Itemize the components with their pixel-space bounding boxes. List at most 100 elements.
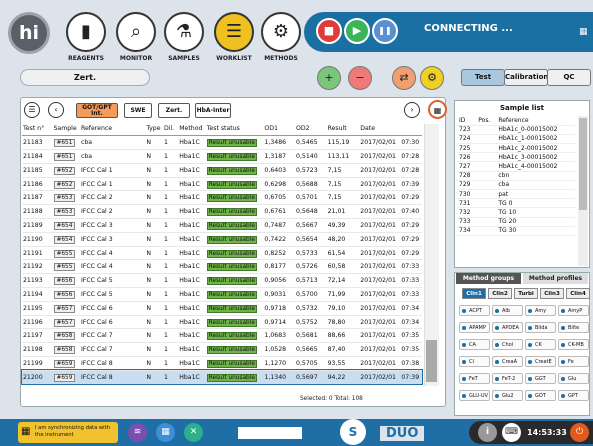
table-row[interactable]: 21193 #656 IFCC Cal 5 N 1 Hba1C Result unusabl…: [22, 273, 422, 289]
status-badge[interactable]: Result unusable: [206, 180, 257, 189]
menu-reagents-icon[interactable]: ▮: [66, 12, 106, 52]
sample-button[interactable]: #658: [53, 332, 76, 341]
settings-icon[interactable]: ⚙: [420, 66, 444, 90]
sample-button[interactable]: #659: [53, 359, 76, 368]
table-row[interactable]: 21186 #652 IFCC Cal 1 N 1 Hba1C Result unusabl…: [22, 177, 422, 192]
test-chip[interactable]: Glu2: [492, 390, 523, 401]
test-chip[interactable]: AmyP: [558, 305, 589, 316]
test-chip[interactable]: CK: [525, 339, 556, 350]
sample-list-scroll-thumb[interactable]: [579, 118, 587, 210]
test-chip[interactable]: Amy: [525, 305, 556, 316]
status-badge[interactable]: Result unusable: [206, 304, 257, 313]
test-chip[interactable]: APDEA: [492, 322, 523, 333]
sample-button[interactable]: #651: [53, 152, 76, 161]
sample-list-row[interactable]: 724 HbA1c_1-00015002: [457, 134, 575, 145]
table-row[interactable]: 21195 #657 IFCC Cal 6 N 1 Hba1C Result unusabl…: [22, 301, 422, 316]
add-icon[interactable]: +: [317, 66, 341, 90]
sample-button[interactable]: #655: [53, 263, 76, 272]
sample-list-row[interactable]: 730 pat: [457, 189, 575, 200]
test-chip[interactable]: GLU-UV: [459, 390, 490, 401]
tab-clin1[interactable]: Clin1: [462, 288, 486, 299]
test-chip[interactable]: GPT: [558, 390, 589, 401]
status-badge[interactable]: Result unusable: [206, 346, 257, 355]
test-chip[interactable]: APAMP: [459, 322, 490, 333]
tab-turbi[interactable]: Turbi: [514, 288, 538, 299]
grid-icon[interactable]: ▦: [579, 27, 588, 37]
test-chip[interactable]: GOT: [525, 390, 556, 401]
sample-list-row[interactable]: 733 TG 20: [457, 217, 575, 227]
tools-icon[interactable]: ✕: [184, 423, 203, 442]
sample-button[interactable]: #658: [53, 346, 76, 355]
tab-clin4[interactable]: Clin4: [566, 288, 590, 299]
sample-list-row[interactable]: 723 HbA1c_0-00015002: [457, 125, 575, 135]
remove-icon[interactable]: −: [348, 66, 372, 90]
test-chip[interactable]: CK-MB: [558, 339, 589, 350]
sample-button[interactable]: #656: [53, 290, 76, 299]
table-row[interactable]: 21187 #653 IFCC Cal 2 N 1 Hba1C Result unusabl…: [22, 190, 422, 206]
scrollbar-thumb[interactable]: [426, 340, 437, 382]
status-badge[interactable]: Result unusable: [206, 263, 257, 272]
table-row[interactable]: 21200 #659 IFCC Cal 8 N 1 Hba1C Result unusabl…: [21, 369, 423, 386]
database-icon[interactable]: ☰: [24, 102, 40, 118]
tab-method-groups[interactable]: Method groups: [456, 273, 521, 284]
test-chip[interactable]: Bilda: [525, 322, 556, 333]
filter-gotgpt[interactable]: GOT/GPT Int.: [76, 103, 118, 118]
sample-list-row[interactable]: 734 TG 30: [457, 226, 575, 236]
tab-test[interactable]: Test: [461, 69, 505, 86]
status-badge[interactable]: Result unusable: [206, 290, 257, 299]
test-chip[interactable]: Chol: [492, 339, 523, 350]
status-badge[interactable]: Result unusable: [206, 152, 257, 161]
status-badge[interactable]: Result unusable: [206, 235, 257, 244]
sample-button[interactable]: #659: [53, 373, 76, 382]
sample-button[interactable]: #654: [53, 221, 76, 230]
menu-samples-icon[interactable]: ⚗: [164, 12, 204, 52]
filter-hba-inter[interactable]: HbA-Inter: [195, 103, 231, 118]
test-chip[interactable]: CreatE: [525, 356, 556, 367]
sample-button[interactable]: #653: [53, 208, 76, 217]
sample-list-row[interactable]: 729 cba: [457, 180, 575, 191]
status-badge[interactable]: Result unusable: [206, 373, 257, 382]
status-badge[interactable]: Result unusable: [206, 249, 257, 258]
status-badge[interactable]: Result unusable: [206, 359, 257, 368]
calendar-icon[interactable]: ▦: [156, 423, 175, 442]
next-page-button[interactable]: ›: [404, 102, 420, 118]
filter-swe[interactable]: SWE: [124, 103, 152, 118]
status-badge[interactable]: Result unusable: [206, 208, 257, 217]
status-badge[interactable]: Result unusable: [206, 139, 257, 148]
tab-calibration[interactable]: Calibration: [504, 69, 548, 86]
table-row[interactable]: 21184 #651 cba N 1 Hba1C Result unusable 1,3187…: [22, 149, 422, 164]
status-badge[interactable]: Result unusable: [206, 277, 257, 286]
table-row[interactable]: 21198 #658 IFCC Cal 7 N 1 Hba1C Result unusabl…: [22, 342, 422, 358]
test-chip[interactable]: ACPT: [459, 305, 490, 316]
sample-list-row[interactable]: 731 TG 0: [457, 198, 575, 209]
sample-button[interactable]: #651: [53, 139, 76, 148]
sample-button[interactable]: #652: [53, 166, 76, 175]
table-row[interactable]: 21191 #655 IFCC Cal 4 N 1 Hba1C Result unusabl…: [22, 246, 422, 261]
menu-worklist-icon[interactable]: ☰: [214, 12, 254, 52]
status-badge[interactable]: Result unusable: [206, 166, 257, 175]
table-row[interactable]: 21185 #652 IFCC Cal 1 N 1 Hba1C Result unusabl…: [22, 163, 422, 178]
table-row[interactable]: 21196 #657 IFCC Cal 6 N 1 Hba1C Result unusabl…: [22, 315, 422, 330]
test-chip[interactable]: Fe: [558, 356, 589, 367]
sample-list-row[interactable]: 726 HbA1c_3-00015002: [457, 152, 575, 163]
test-chip[interactable]: Bilte: [558, 322, 589, 333]
test-chip[interactable]: FeT: [459, 373, 490, 384]
sample-button[interactable]: #656: [53, 277, 76, 286]
test-chip[interactable]: Glu: [558, 373, 589, 384]
menu-monitor-icon[interactable]: ⌕: [116, 12, 156, 52]
test-chip[interactable]: CA: [459, 339, 490, 350]
sample-button[interactable]: #653: [53, 194, 76, 203]
table-row[interactable]: 21190 #654 IFCC Cal 3 N 1 Hba1C Result unusabl…: [22, 232, 422, 247]
export-icon[interactable]: ⇄: [392, 66, 416, 90]
table-row[interactable]: 21192 #655 IFCC Cal 4 N 1 Hba1C Result unusabl…: [22, 259, 422, 275]
stop-button[interactable]: ■: [316, 18, 342, 44]
prev-page-button[interactable]: ‹: [48, 102, 64, 118]
test-chip[interactable]: GGT: [525, 373, 556, 384]
table-row[interactable]: 21197 #658 IFCC Cal 7 N 1 Hba1C Result unusabl…: [22, 328, 422, 344]
test-chip[interactable]: CreaA: [492, 356, 523, 367]
tab-clin2[interactable]: Clin2: [488, 288, 512, 299]
sample-button[interactable]: #657: [53, 318, 76, 327]
database-icon[interactable]: ≋: [128, 423, 147, 442]
tab-qc[interactable]: QC: [547, 69, 591, 86]
sample-button[interactable]: #652: [53, 180, 76, 189]
